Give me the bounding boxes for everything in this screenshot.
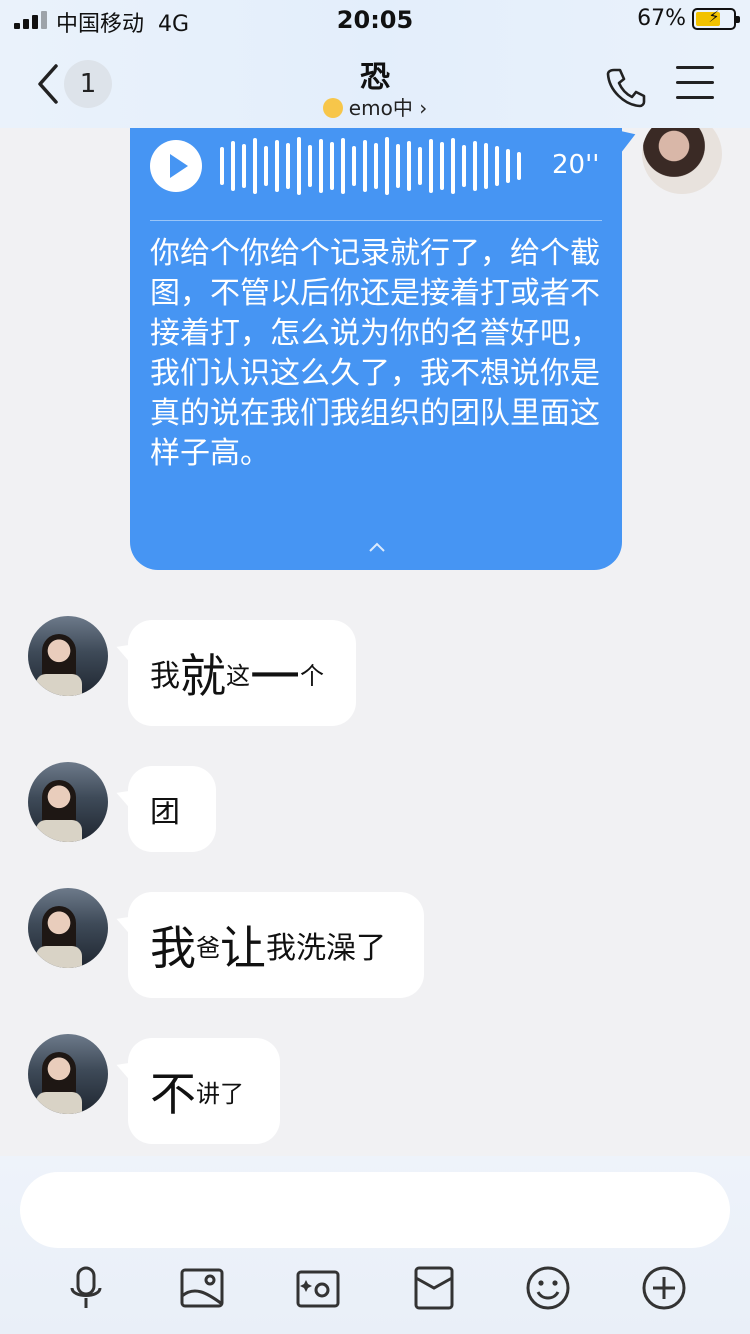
battery-icon: ⚡ (692, 7, 740, 30)
waveform-bar (473, 141, 477, 191)
message-text: 就 (180, 649, 226, 703)
waveform (220, 136, 536, 196)
message-text: 我 (150, 921, 196, 975)
message-text: 这 (226, 661, 250, 690)
waveform-bar (242, 144, 246, 188)
image-icon[interactable] (178, 1264, 226, 1312)
waveform-bar (385, 137, 389, 195)
waveform-bar (374, 143, 378, 189)
voice-message-bubble[interactable]: 20'' 你给个你给个记录就行了，给个截图，不管以后你还是接着打或者不接着打，怎… (130, 100, 622, 570)
message-bubble[interactable]: 我就这一个 (113, 620, 356, 726)
message-text: 我洗澡了 (266, 931, 386, 966)
waveform-bar (440, 142, 444, 190)
voice-duration: 20'' (552, 150, 600, 180)
waveform-bar (220, 147, 224, 185)
red-packet-icon[interactable] (410, 1264, 458, 1312)
waveform-bar (319, 139, 323, 193)
top-bar: 中国移动 4G 20:05 67% ⚡ 1 恐 emo中 › (0, 0, 750, 128)
phone-icon[interactable] (604, 64, 648, 108)
message-input[interactable] (20, 1172, 730, 1248)
message-bubble[interactable]: 不讲了 (113, 1038, 280, 1144)
waveform-bar (517, 152, 521, 180)
waveform-bar (363, 140, 367, 192)
message-text: 一 (250, 648, 300, 706)
waveform-bar (330, 142, 334, 190)
waveform-bar (308, 145, 312, 187)
waveform-bar (352, 146, 356, 186)
waveform-bar (286, 143, 290, 189)
voice-transcript: 你给个你给个记录就行了，给个截图，不管以后你还是接着打或者不接着打，怎么说为你的… (150, 236, 600, 471)
message-text: 爸 (196, 933, 220, 962)
chevron-right-icon: › (419, 96, 428, 120)
waveform-bar (264, 146, 268, 186)
waveform-bar (341, 138, 345, 194)
message-bubble[interactable]: 我爸让我洗澡了 (113, 892, 424, 998)
contact-avatar[interactable] (28, 1034, 108, 1114)
waveform-bar (275, 140, 279, 192)
contact-avatar[interactable] (28, 762, 108, 842)
divider (150, 220, 602, 221)
waveform-bar (297, 137, 301, 195)
sad-emoji-icon (322, 98, 343, 118)
waveform-bar (462, 145, 466, 187)
plus-icon[interactable] (640, 1264, 688, 1312)
battery-percent: 67% (637, 6, 686, 31)
status-bar: 中国移动 4G 20:05 67% ⚡ (0, 0, 750, 40)
waveform-bar (451, 138, 455, 194)
play-icon[interactable] (150, 140, 202, 192)
charging-icon: ⚡ (708, 7, 720, 26)
menu-icon[interactable] (676, 66, 714, 100)
message-text: 让 (220, 921, 266, 975)
emoji-icon[interactable] (524, 1264, 572, 1312)
waveform-bar (429, 139, 433, 193)
waveform-bar (484, 143, 488, 189)
waveform-bar (495, 146, 499, 186)
camera-icon[interactable] (294, 1264, 342, 1312)
message-text: 讲了 (196, 1079, 244, 1108)
waveform-bar (396, 144, 400, 188)
waveform-bar (407, 141, 411, 191)
message-text: 不 (150, 1067, 196, 1121)
microphone-icon[interactable] (62, 1264, 110, 1312)
input-area (0, 1156, 750, 1334)
status-text: emo中 (348, 96, 413, 120)
message-text: 团 (150, 795, 180, 830)
waveform-bar (418, 147, 422, 185)
waveform-bar (231, 141, 235, 191)
message-text: 我 (150, 659, 180, 694)
contact-avatar[interactable] (28, 616, 108, 696)
waveform-bar (506, 149, 510, 183)
collapse-icon[interactable] (368, 538, 386, 556)
waveform-bar (253, 138, 257, 194)
message-bubble[interactable]: 团 (113, 766, 216, 852)
contact-avatar[interactable] (28, 888, 108, 968)
message-text: 个 (300, 661, 324, 690)
